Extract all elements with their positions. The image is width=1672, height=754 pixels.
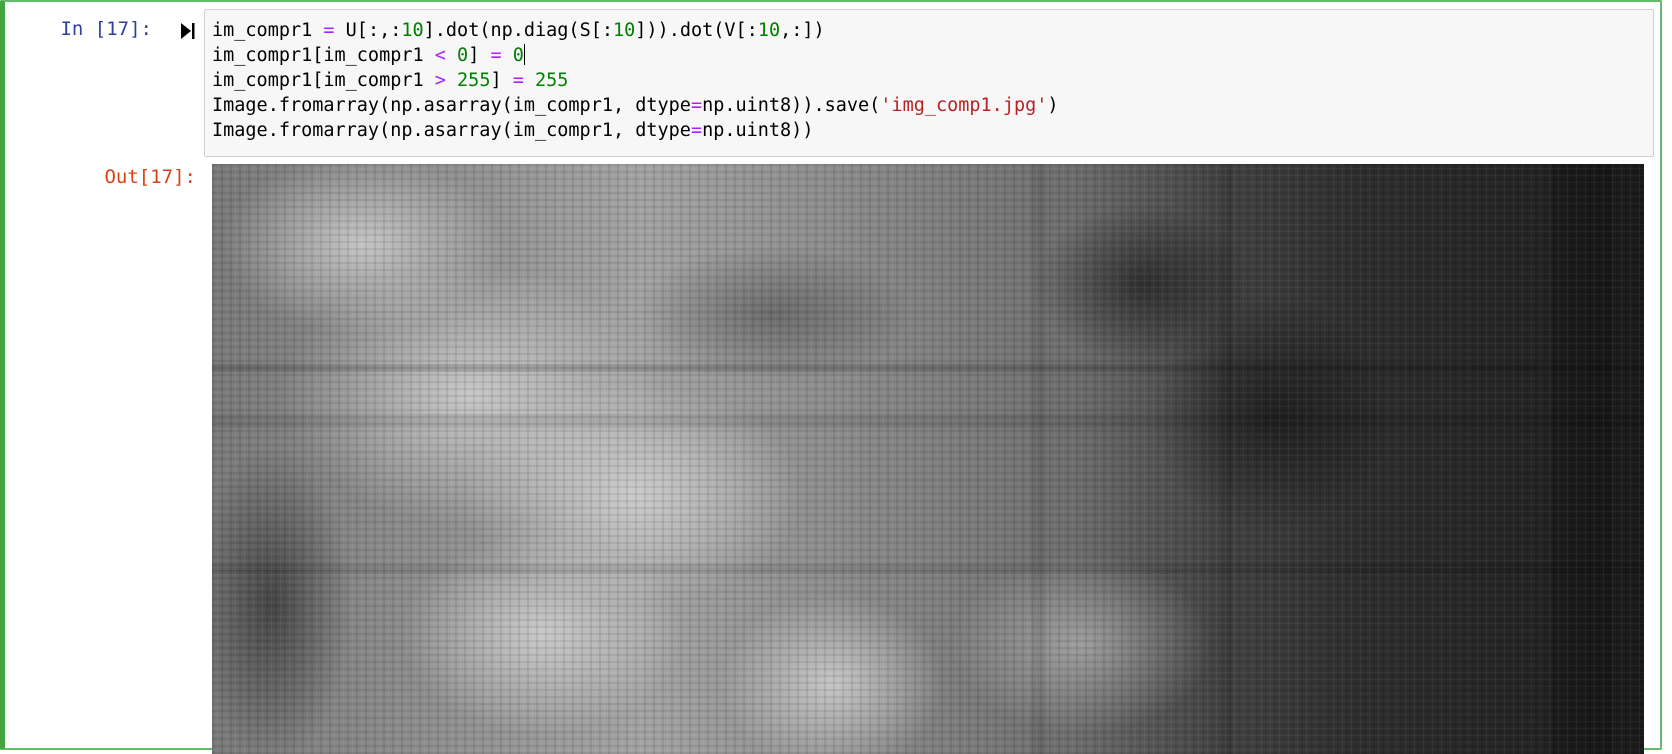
output-prompt: Out[17]: (104, 166, 196, 188)
code-token: 'img_comp1.jpg' (880, 95, 1048, 116)
code-token: 255 (457, 70, 491, 91)
code-token: ])).dot(V[: (635, 20, 758, 41)
input-prompt: In [17]: (60, 18, 152, 40)
output-image (212, 164, 1644, 754)
code-token: 0 (457, 45, 469, 66)
code-token: ) (1047, 95, 1059, 116)
code-token: < (434, 45, 446, 66)
code-token: ].dot(np.diag(S[: (423, 20, 613, 41)
code-token: U[:,: (334, 20, 402, 41)
code-token: im_compr1 (212, 20, 324, 41)
code-token: 10 (757, 20, 781, 41)
code-line: Image.fromarray(np.asarray(im_compr1, dt… (212, 118, 1645, 143)
code-line: im_compr1[im_compr1 < 0] = 0 (212, 43, 1645, 68)
code-line: Image.fromarray(np.asarray(im_compr1, dt… (212, 93, 1645, 118)
code-token: ] (468, 45, 491, 66)
code-token: = (690, 120, 703, 141)
code-token: = (490, 45, 502, 66)
code-token: np.uint8)).save( (702, 95, 881, 116)
code-token: ] (490, 70, 513, 91)
code-line: im_compr1 = U[:,:10].dot(np.diag(S[:10])… (212, 18, 1645, 43)
code-token: 10 (613, 20, 636, 41)
code-token: 0 (512, 45, 524, 66)
compressed-image (212, 164, 1644, 754)
code-token: = (512, 70, 524, 91)
code-token: > (434, 70, 446, 91)
code-token: 10 (401, 20, 424, 41)
code-token: np.uint8)) (702, 120, 814, 141)
text-cursor (523, 44, 525, 65)
code-token: = (690, 95, 703, 116)
code-token: ,:]) (780, 20, 825, 41)
run-cell-icon[interactable] (180, 20, 196, 42)
code-token: im_compr1[im_compr1 (212, 45, 435, 66)
code-line: im_compr1[im_compr1 > 255] = 255 (212, 68, 1645, 93)
code-token: = (323, 20, 335, 41)
code-editor[interactable]: im_compr1 = U[:,:10].dot(np.diag(S[:10])… (204, 9, 1654, 157)
code-token: im_compr1[im_compr1 (212, 70, 435, 91)
code-token: Image.fromarray(np.asarray(im_compr1, dt… (212, 120, 691, 141)
code-token: Image.fromarray(np.asarray(im_compr1, dt… (212, 95, 691, 116)
code-token: 255 (535, 70, 569, 91)
